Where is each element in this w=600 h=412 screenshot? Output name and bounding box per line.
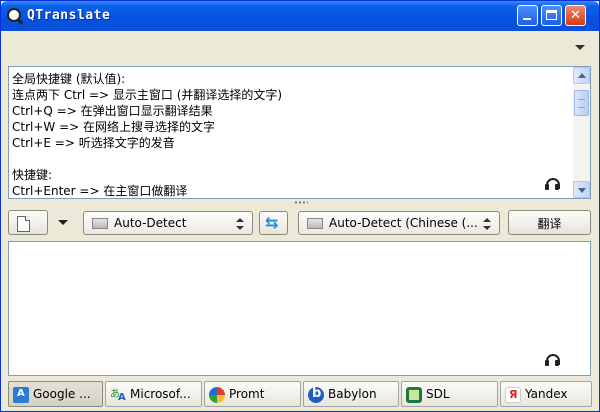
tab-label: Babylon: [328, 387, 377, 401]
swap-languages-button[interactable]: [259, 211, 288, 235]
maximize-icon: [546, 10, 557, 20]
close-button[interactable]: ✕: [565, 5, 586, 26]
source-language-flag-icon: [92, 218, 108, 229]
tab-promt[interactable]: Promt: [204, 381, 301, 407]
source-scrollbar[interactable]: [573, 67, 590, 198]
target-language-updown-icon: [483, 218, 491, 230]
close-icon: ✕: [570, 8, 581, 23]
tab-sdl[interactable]: SDL: [401, 381, 498, 407]
history-dropdown-arrow-icon[interactable]: [58, 220, 68, 225]
scroll-up-arrow-icon: [578, 73, 586, 78]
qtranslate-window: QTranslate ✕ 全局快捷键 (默认值): 连点两下 Ctrl => 显…: [0, 0, 600, 412]
window-title: QTranslate: [27, 8, 111, 23]
tab-label: SDL: [426, 387, 450, 401]
tab-label: Promt: [229, 387, 265, 401]
scroll-up-button[interactable]: [573, 67, 590, 84]
microsoft-translator-icon: [110, 385, 126, 403]
source-language-select[interactable]: Auto-Detect: [83, 211, 253, 235]
tab-babylon[interactable]: Babylon: [303, 381, 399, 407]
tab-yandex[interactable]: Yandex: [500, 381, 592, 407]
listen-source-headphones-icon[interactable]: [545, 178, 560, 190]
source-text[interactable]: 全局快捷键 (默认值): 连点两下 Ctrl => 显示主窗口 (并翻译选择的文…: [12, 71, 567, 199]
babylon-icon: [308, 386, 324, 403]
listen-result-headphones-icon[interactable]: [545, 354, 560, 366]
minimize-icon: [523, 18, 531, 20]
swap-arrows-icon: [265, 213, 281, 232]
maximize-button[interactable]: [541, 5, 562, 26]
new-document-icon: [17, 216, 30, 232]
app-magnifier-icon: [7, 8, 21, 22]
scroll-down-arrow-icon: [578, 188, 586, 193]
target-language-select[interactable]: Auto-Detect (Chinese (...: [298, 211, 500, 235]
minimize-button[interactable]: [517, 5, 538, 26]
tab-microsoft[interactable]: Microsof...: [105, 381, 202, 407]
scroll-thumb[interactable]: [574, 90, 589, 116]
target-language-label: Auto-Detect (Chinese (...: [329, 216, 478, 230]
google-translate-icon: [13, 387, 29, 403]
title-bar[interactable]: QTranslate ✕: [1, 1, 599, 31]
yandex-icon: [505, 387, 521, 403]
translate-button-label: 翻译: [537, 217, 562, 231]
source-language-updown-icon: [236, 218, 244, 230]
translation-result-area[interactable]: [8, 241, 591, 376]
new-document-button[interactable]: [8, 210, 48, 235]
translation-service-tabs: Google ... Microsof... Promt Babylon SDL…: [8, 381, 593, 408]
tab-label: Microsof...: [130, 387, 191, 401]
target-language-flag-icon: [307, 218, 323, 229]
source-language-label: Auto-Detect: [114, 216, 187, 230]
options-dropdown-arrow-icon[interactable]: [575, 45, 585, 50]
scroll-down-button[interactable]: [573, 181, 590, 198]
promt-icon: [209, 387, 225, 403]
pane-splitter-handle[interactable]: [294, 201, 308, 204]
tab-label: Google ...: [33, 387, 91, 401]
tab-label: Yandex: [525, 387, 568, 401]
tab-google[interactable]: Google ...: [8, 381, 103, 407]
translate-button[interactable]: 翻译: [508, 210, 591, 235]
sdl-icon: [406, 387, 422, 403]
source-text-area[interactable]: 全局快捷键 (默认值): 连点两下 Ctrl => 显示主窗口 (并翻译选择的文…: [8, 66, 591, 199]
